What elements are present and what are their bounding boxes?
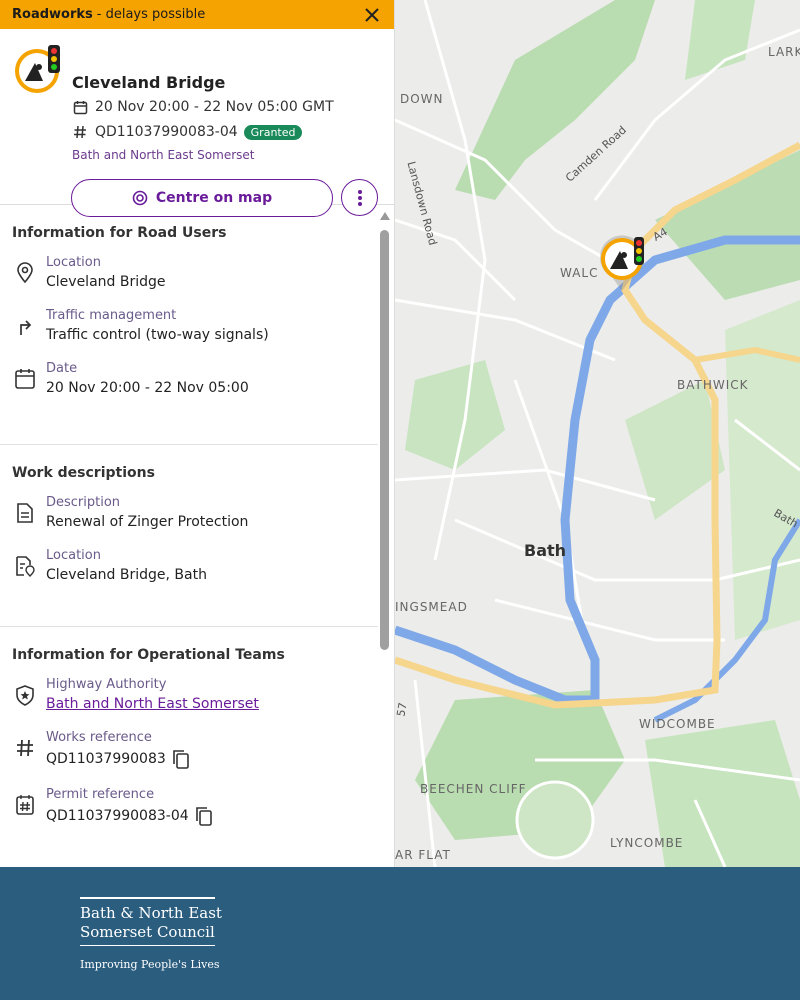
panel-scrollbar[interactable] — [380, 212, 390, 867]
map-label-widcombe: WIDCOMBE — [639, 717, 716, 731]
turn-arrow-icon — [12, 314, 38, 338]
permit-reference-value-row: QD11037990083-04 — [46, 806, 213, 826]
map-label-kingsmead: INGSMEAD — [395, 600, 468, 614]
works-reference-value: QD11037990083 — [46, 751, 166, 767]
roadworks-traffic-light-icon — [13, 43, 65, 95]
map[interactable]: LARK DOWN Lansdown Road Camden Road A4 W… — [395, 0, 800, 867]
roadworks-map-marker[interactable] — [598, 233, 650, 293]
roadworks-detail-panel: Roadworks - delays possible Cleveland Br… — [0, 0, 395, 867]
works-reference-row: QD11037990083-04 Granted — [72, 124, 303, 140]
road-users-location-label: Location — [46, 255, 101, 270]
copy-icon[interactable] — [172, 749, 190, 769]
scrollbar-thumb[interactable] — [380, 230, 389, 650]
road-users-traffic: Traffic management Traffic control (two-… — [12, 308, 378, 343]
work-location-value: Cleveland Bridge, Bath — [46, 567, 207, 583]
works-reference: Works reference QD11037990083 — [12, 730, 378, 769]
works-authority: Bath and North East Somerset — [72, 148, 255, 162]
section-title-road-users: Information for Road Users — [12, 225, 227, 241]
section-title-operational: Information for Operational Teams — [12, 647, 285, 663]
highway-authority-link[interactable]: Bath and North East Somerset — [46, 696, 259, 712]
date-label: Date — [46, 361, 78, 376]
hash-icon — [12, 736, 38, 760]
calendar-icon — [12, 367, 38, 391]
calendar-icon — [72, 99, 88, 115]
scroll-up-arrow-icon[interactable] — [380, 212, 390, 220]
road-users-location: Location Cleveland Bridge — [12, 255, 378, 290]
permit-reference: Permit reference QD11037990083-04 — [12, 787, 378, 826]
banner-title: Roadworks — [12, 7, 93, 22]
works-header: Cleveland Bridge 20 Nov 20:00 - 22 Nov 0… — [0, 29, 394, 217]
roadworks-traffic-light-icon — [600, 235, 644, 291]
section-road-users: Information for Road Users Location Clev… — [0, 205, 378, 445]
map-label-seven: 57 — [395, 701, 410, 718]
highway-authority: Highway Authority Bath and North East So… — [12, 677, 378, 712]
road-users-date: Date 20 Nov 20:00 - 22 Nov 05:00 — [12, 361, 378, 396]
map-label-bathwick: BATHWICK — [677, 378, 749, 392]
works-reference: QD11037990083-04 — [95, 124, 238, 140]
description-value: Renewal of Zinger Protection — [46, 514, 249, 530]
works-title: Cleveland Bridge — [72, 73, 226, 92]
description-label: Description — [46, 495, 121, 510]
work-location-label: Location — [46, 548, 101, 563]
highway-authority-label: Highway Authority — [46, 677, 167, 692]
road-users-location-value: Cleveland Bridge — [46, 274, 166, 290]
section-operational-teams: Information for Operational Teams Highwa… — [0, 627, 378, 826]
map-label-down: DOWN — [400, 92, 444, 106]
works-date-range: 20 Nov 20:00 - 22 Nov 05:00 GMT — [95, 99, 334, 115]
works-date-row: 20 Nov 20:00 - 22 Nov 05:00 GMT — [72, 99, 334, 115]
permit-hash-icon — [12, 793, 38, 817]
section-title-work: Work descriptions — [12, 465, 155, 481]
location-pin-icon — [12, 261, 38, 285]
works-reference-value-row: QD11037990083 — [46, 749, 190, 769]
logo-bottom-rule — [80, 944, 215, 946]
close-icon — [365, 7, 379, 22]
logo-line-1: Bath & North East — [80, 903, 222, 922]
copy-icon[interactable] — [195, 806, 213, 826]
traffic-management-value: Traffic control (two-way signals) — [46, 327, 269, 343]
document-icon — [12, 501, 38, 525]
document-location-icon — [12, 554, 38, 578]
date-value: 20 Nov 20:00 - 22 Nov 05:00 — [46, 380, 249, 396]
target-icon — [132, 190, 148, 206]
council-logo[interactable]: Bath & North East Somerset Council Impro… — [80, 897, 222, 971]
banner-subtitle: - delays possible — [96, 7, 206, 22]
logo-line-2: Somerset Council — [80, 922, 215, 941]
section-work-descriptions: Work descriptions Description Renewal of… — [0, 445, 378, 627]
works-reference-label: Works reference — [46, 730, 152, 745]
work-description: Description Renewal of Zinger Protection — [12, 495, 378, 530]
map-label-beechen-cliff: BEECHEN CLIFF — [420, 782, 527, 796]
centre-on-map-label: Centre on map — [155, 190, 273, 206]
logo-top-rule — [80, 897, 215, 899]
hash-icon — [72, 124, 88, 140]
work-location: Location Cleveland Bridge, Bath — [12, 548, 378, 583]
close-button[interactable] — [360, 3, 384, 27]
details-scroll-area[interactable]: Information for Road Users Location Clev… — [0, 205, 378, 867]
map-label-lark: LARK — [768, 45, 800, 59]
map-label-walc: WALC — [560, 266, 599, 280]
status-badge: Granted — [243, 124, 303, 140]
council-footer: Bath & North East Somerset Council Impro… — [0, 867, 800, 1000]
map-label-bath: Bath — [524, 541, 567, 560]
roadworks-banner: Roadworks - delays possible — [0, 0, 394, 29]
map-label-lyncombe: LYNCOMBE — [610, 836, 684, 850]
permit-reference-value: QD11037990083-04 — [46, 808, 189, 824]
traffic-management-label: Traffic management — [46, 308, 177, 323]
map-label-ar-flat: AR FLAT — [395, 848, 451, 862]
permit-reference-label: Permit reference — [46, 787, 155, 802]
logo-tagline: Improving People's Lives — [80, 958, 220, 971]
more-vertical-icon — [357, 189, 362, 206]
shield-star-icon — [12, 683, 38, 707]
map-canvas[interactable] — [395, 0, 800, 867]
